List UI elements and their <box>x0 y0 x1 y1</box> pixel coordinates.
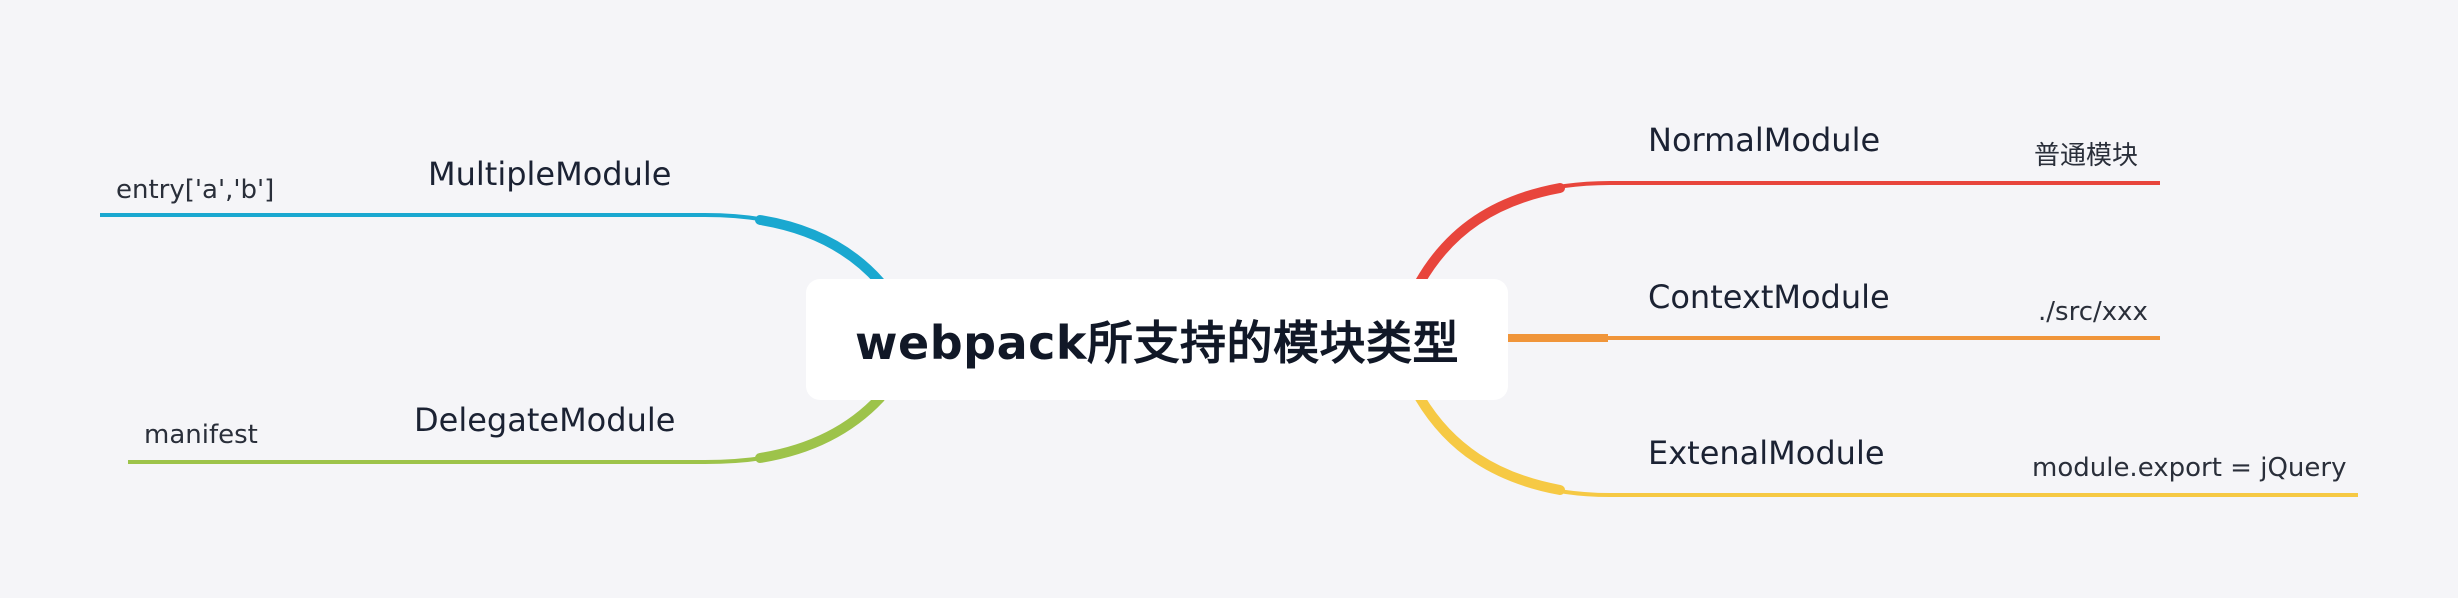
topic-external-module[interactable]: ExtenalModule <box>1648 437 1885 469</box>
topic-delegate-module[interactable]: DelegateModule <box>414 404 675 436</box>
leaf-context-detail[interactable]: ./src/xxx <box>2038 299 2148 325</box>
leaf-delegate-detail[interactable]: manifest <box>144 422 258 448</box>
topic-context-module[interactable]: ContextModule <box>1648 281 1890 313</box>
connector-delegate-thick <box>755 393 885 463</box>
leaf-normal-detail[interactable]: 普通模块 <box>2034 143 2138 169</box>
leaf-external-detail[interactable]: module.export = jQuery <box>2032 455 2346 481</box>
connector-normal-thick <box>1415 183 1565 287</box>
connector-multiple-thick <box>755 215 885 287</box>
connector-external-thick <box>1415 393 1565 495</box>
root-topic[interactable]: webpack所支持的模块类型 <box>806 279 1508 400</box>
topic-multiple-module[interactable]: MultipleModule <box>428 158 671 190</box>
topic-normal-module[interactable]: NormalModule <box>1648 124 1880 156</box>
leaf-multiple-detail[interactable]: entry['a','b'] <box>116 177 274 203</box>
